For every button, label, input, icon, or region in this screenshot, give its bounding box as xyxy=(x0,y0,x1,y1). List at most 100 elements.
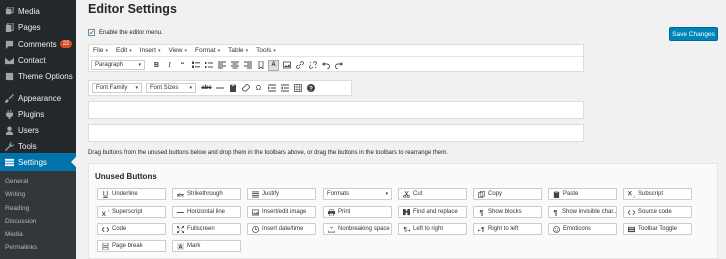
help-icon[interactable]: ? xyxy=(305,83,316,94)
submenu-item-writing[interactable]: Writing xyxy=(5,191,25,198)
table-icon[interactable] xyxy=(292,83,303,94)
unused-button-source-code[interactable]: Source code xyxy=(623,206,692,218)
unlink-icon[interactable] xyxy=(307,60,318,71)
enable-menu-row: Enable the editor menu. xyxy=(88,29,163,36)
sidebar-item-label: Plugins xyxy=(18,109,45,119)
editor-toolbar-2: Font Family ▾ Font Sizes ▾ abc Ω ? xyxy=(88,80,352,96)
unused-button-show-blocks[interactable]: ¶ Show blocks xyxy=(473,206,542,218)
unused-button-show-invisible-char[interactable]: ¶ Show invisible char... xyxy=(548,206,617,218)
unused-button-right-to-left[interactable]: ¶ Right to left xyxy=(473,223,542,235)
sidebar-item-theme-options[interactable]: Theme Options xyxy=(0,67,76,85)
clock-icon xyxy=(251,225,259,233)
appearance-icon xyxy=(4,93,14,103)
submenu-item-reading[interactable]: Reading xyxy=(5,205,29,212)
unused-button-find-and-replace[interactable]: Find and replace xyxy=(398,206,467,218)
horizontal-rule-icon[interactable] xyxy=(214,83,225,94)
blockquote-icon[interactable]: “ xyxy=(177,60,188,71)
submenu-item-discussion[interactable]: Discussion xyxy=(5,218,36,225)
media-icon xyxy=(4,6,14,16)
unused-button-code[interactable]: Code xyxy=(97,223,166,235)
empty-toolbar-4[interactable] xyxy=(88,124,584,142)
rtl-icon: ¶ xyxy=(477,225,485,233)
menu-view[interactable]: View ▾ xyxy=(169,47,188,54)
emoticons-icon xyxy=(552,225,560,233)
menu-tools[interactable]: Tools ▾ xyxy=(256,47,276,54)
source-code-icon xyxy=(627,208,635,216)
unused-button-paste[interactable]: Paste xyxy=(548,188,617,200)
block-format-select[interactable]: Paragraph ▾ xyxy=(91,60,145,70)
align-left-icon[interactable] xyxy=(216,60,227,71)
drag-instructions: Drag buttons from the unused buttons bel… xyxy=(88,150,448,156)
print-icon xyxy=(327,208,335,216)
submenu-item-general[interactable]: General xyxy=(5,178,28,185)
omega-icon[interactable]: Ω xyxy=(253,83,264,94)
unused-button-superscript[interactable]: 2 Superscript xyxy=(97,206,166,218)
undo-icon[interactable] xyxy=(320,60,331,71)
numbered-list-icon[interactable] xyxy=(203,60,214,71)
menu-insert[interactable]: Insert ▾ xyxy=(140,47,161,54)
caret-down-icon: ▾ xyxy=(157,47,161,54)
page-break-icon xyxy=(101,242,109,250)
align-center-icon[interactable] xyxy=(229,60,240,71)
text-color-icon[interactable]: A xyxy=(268,59,279,71)
unused-button-horizontal-line[interactable]: Horizontal line xyxy=(172,206,241,218)
sidebar-item-pages[interactable]: Pages xyxy=(0,18,76,36)
unused-button-underline[interactable]: Underline xyxy=(97,188,166,200)
main-content: Editor Settings Save Changes Enable the … xyxy=(76,0,726,259)
unused-button-left-to-right[interactable]: ¶ Left to right xyxy=(398,223,467,235)
unused-button-toolbar-toggle[interactable]: Toolbar Toggle xyxy=(623,223,692,235)
eraser-icon[interactable] xyxy=(240,83,251,94)
sidebar-item-label: Settings xyxy=(18,157,47,167)
enable-menu-checkbox[interactable] xyxy=(88,29,95,36)
menu-format[interactable]: Format ▾ xyxy=(195,47,220,54)
unused-button-insert-edit-image[interactable]: Insert/edit image xyxy=(247,206,316,218)
unused-button-page-break[interactable]: Page break xyxy=(97,240,166,252)
plugins-icon xyxy=(4,109,14,119)
font-sizes-select[interactable]: Font Sizes ▾ xyxy=(146,83,196,93)
align-right-icon[interactable] xyxy=(242,60,253,71)
unused-button-emoticons[interactable]: Emoticons xyxy=(548,223,617,235)
menu-edit[interactable]: Edit ▾ xyxy=(116,47,132,54)
indent-icon[interactable] xyxy=(266,83,277,94)
bookmark-icon[interactable] xyxy=(255,60,266,71)
redo-icon[interactable] xyxy=(333,60,344,71)
toolbar-toggle-icon xyxy=(627,225,635,233)
paste-text-icon[interactable] xyxy=(227,83,238,94)
sidebar-item-settings[interactable]: Settings xyxy=(0,153,76,171)
unused-button-insert-date-time[interactable]: Insert date/time xyxy=(247,223,316,235)
link-icon[interactable] xyxy=(294,60,305,71)
empty-toolbar-3[interactable] xyxy=(88,101,584,119)
unused-button-justify[interactable]: Justify xyxy=(247,188,316,200)
outdent-icon[interactable] xyxy=(279,83,290,94)
unused-button-formats[interactable]: Formats ▾ xyxy=(323,188,392,200)
unused-button-label: Source code xyxy=(638,209,672,215)
unused-button-mark[interactable]: A Mark xyxy=(172,240,241,252)
unused-button-cut[interactable]: Cut xyxy=(398,188,467,200)
unused-button-subscript[interactable]: 2 Subscript xyxy=(623,188,692,200)
unused-buttons-panel: Unused Buttons Underline abc Strikethrough… xyxy=(88,163,718,259)
menu-table[interactable]: Table ▾ xyxy=(228,47,248,54)
unused-button-strikethrough[interactable]: abc Strikethrough xyxy=(172,188,241,200)
menu-file[interactable]: File ▾ xyxy=(93,47,108,54)
font-family-select[interactable]: Font Family ▾ xyxy=(92,83,142,93)
unused-button-fullscreen[interactable]: Fullscreen xyxy=(172,223,241,235)
comments-icon xyxy=(4,39,14,49)
bold-icon[interactable]: B xyxy=(151,60,162,71)
unused-button-label: Right to left xyxy=(488,226,519,232)
bullet-list-icon[interactable] xyxy=(190,60,201,71)
unused-button-nonbreaking-space[interactable]: Nonbreaking space xyxy=(323,223,392,235)
italic-icon[interactable]: I xyxy=(164,60,175,71)
unused-button-label: Toolbar Toggle xyxy=(638,226,677,232)
sidebar-item-label: Theme Options xyxy=(18,71,73,81)
users-icon xyxy=(4,125,14,135)
submenu-item-permalinks[interactable]: Permalinks xyxy=(5,244,37,251)
unused-button-label: Mark xyxy=(187,243,201,249)
checkmark-icon xyxy=(89,30,94,35)
save-changes-button[interactable]: Save Changes xyxy=(669,27,718,41)
unused-button-print[interactable]: Print xyxy=(323,206,392,218)
strikethrough-icon[interactable]: abc xyxy=(201,83,212,94)
unused-button-copy[interactable]: Copy xyxy=(473,188,542,200)
submenu-item-media[interactable]: Media xyxy=(5,231,23,238)
image-icon[interactable] xyxy=(281,60,292,71)
superscript-icon: 2 xyxy=(101,208,109,216)
